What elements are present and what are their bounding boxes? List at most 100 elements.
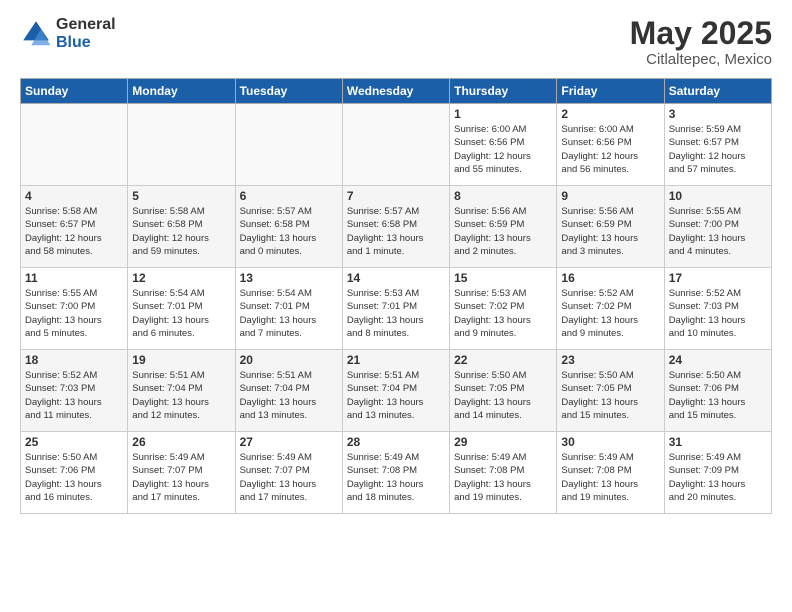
calendar-cell: 15 Sunrise: 5:53 AM Sunset: 7:02 PM Dayli… [450, 268, 557, 350]
day-number: 21 [347, 353, 445, 367]
day-info: Sunrise: 5:49 AM Sunset: 7:08 PM Dayligh… [454, 451, 552, 504]
day-info: Sunrise: 5:57 AM Sunset: 6:58 PM Dayligh… [347, 205, 445, 258]
calendar-cell [21, 104, 128, 186]
day-number: 28 [347, 435, 445, 449]
day-info: Sunrise: 5:52 AM Sunset: 7:02 PM Dayligh… [561, 287, 659, 340]
calendar-cell: 14 Sunrise: 5:53 AM Sunset: 7:01 PM Dayli… [342, 268, 449, 350]
calendar-week-row: 1 Sunrise: 6:00 AM Sunset: 6:56 PM Daylig… [21, 104, 772, 186]
calendar-header-row: SundayMondayTuesdayWednesdayThursdayFrid… [21, 79, 772, 104]
calendar-cell: 31 Sunrise: 5:49 AM Sunset: 7:09 PM Dayli… [664, 432, 771, 514]
location: Citlaltepec, Mexico [630, 51, 772, 68]
day-info: Sunrise: 5:49 AM Sunset: 7:07 PM Dayligh… [132, 451, 230, 504]
calendar-cell: 6Sunrise: 5:57 AM Sunset: 6:58 PM Daylig… [235, 186, 342, 268]
day-info: Sunrise: 6:00 AM Sunset: 6:56 PM Dayligh… [561, 123, 659, 176]
day-info: Sunrise: 5:53 AM Sunset: 7:02 PM Dayligh… [454, 287, 552, 340]
calendar-cell: 2 Sunrise: 6:00 AM Sunset: 6:56 PM Daylig… [557, 104, 664, 186]
day-number: 14 [347, 271, 445, 285]
calendar-cell: 19 Sunrise: 5:51 AM Sunset: 7:04 PM Dayli… [128, 350, 235, 432]
calendar-cell: 25 Sunrise: 5:50 AM Sunset: 7:06 PM Dayli… [21, 432, 128, 514]
day-info: Sunrise: 5:55 AM Sunset: 7:00 PM Dayligh… [25, 287, 123, 340]
calendar-day-header: Monday [128, 79, 235, 104]
calendar-cell: 28 Sunrise: 5:49 AM Sunset: 7:08 PM Dayli… [342, 432, 449, 514]
day-info: Sunrise: 5:53 AM Sunset: 7:01 PM Dayligh… [347, 287, 445, 340]
calendar-day-header: Thursday [450, 79, 557, 104]
day-info: Sunrise: 5:51 AM Sunset: 7:04 PM Dayligh… [347, 369, 445, 422]
calendar-cell: 30 Sunrise: 5:49 AM Sunset: 7:08 PM Dayli… [557, 432, 664, 514]
day-number: 17 [669, 271, 767, 285]
page: General Blue May 2025 Citlaltepec, Mexic… [0, 0, 792, 524]
calendar-cell: 27 Sunrise: 5:49 AM Sunset: 7:07 PM Dayli… [235, 432, 342, 514]
day-number: 19 [132, 353, 230, 367]
calendar-cell: 1 Sunrise: 6:00 AM Sunset: 6:56 PM Daylig… [450, 104, 557, 186]
day-number: 5 [132, 189, 230, 203]
day-info: Sunrise: 5:49 AM Sunset: 7:08 PM Dayligh… [347, 451, 445, 504]
calendar-cell [128, 104, 235, 186]
day-info: Sunrise: 5:56 AM Sunset: 6:59 PM Dayligh… [561, 205, 659, 258]
day-info: Sunrise: 5:49 AM Sunset: 7:07 PM Dayligh… [240, 451, 338, 504]
calendar-cell: 7 Sunrise: 5:57 AM Sunset: 6:58 PM Daylig… [342, 186, 449, 268]
day-info: Sunrise: 5:57 AM Sunset: 6:58 PM Dayligh… [240, 205, 338, 258]
day-info: Sunrise: 5:49 AM Sunset: 7:09 PM Dayligh… [669, 451, 767, 504]
day-number: 30 [561, 435, 659, 449]
calendar-cell: 3Sunrise: 5:59 AM Sunset: 6:57 PM Daylig… [664, 104, 771, 186]
logo: General Blue [20, 16, 116, 51]
day-number: 16 [561, 271, 659, 285]
day-number: 18 [25, 353, 123, 367]
calendar-cell: 12 Sunrise: 5:54 AM Sunset: 7:01 PM Dayli… [128, 268, 235, 350]
calendar-cell: 11Sunrise: 5:55 AM Sunset: 7:00 PM Dayli… [21, 268, 128, 350]
logo-blue-text: Blue [56, 34, 116, 52]
day-number: 2 [561, 107, 659, 121]
day-number: 7 [347, 189, 445, 203]
calendar-cell: 13Sunrise: 5:54 AM Sunset: 7:01 PM Dayli… [235, 268, 342, 350]
logo-icon [20, 18, 52, 50]
calendar-cell: 8Sunrise: 5:56 AM Sunset: 6:59 PM Daylig… [450, 186, 557, 268]
calendar-week-row: 4 Sunrise: 5:58 AM Sunset: 6:57 PM Daylig… [21, 186, 772, 268]
day-info: Sunrise: 5:56 AM Sunset: 6:59 PM Dayligh… [454, 205, 552, 258]
calendar-cell: 4 Sunrise: 5:58 AM Sunset: 6:57 PM Daylig… [21, 186, 128, 268]
day-number: 26 [132, 435, 230, 449]
day-info: Sunrise: 5:50 AM Sunset: 7:05 PM Dayligh… [561, 369, 659, 422]
calendar-cell: 20Sunrise: 5:51 AM Sunset: 7:04 PM Dayli… [235, 350, 342, 432]
calendar-cell: 5 Sunrise: 5:58 AM Sunset: 6:58 PM Daylig… [128, 186, 235, 268]
day-number: 15 [454, 271, 552, 285]
day-number: 27 [240, 435, 338, 449]
day-number: 31 [669, 435, 767, 449]
day-number: 12 [132, 271, 230, 285]
day-number: 13 [240, 271, 338, 285]
day-info: Sunrise: 5:51 AM Sunset: 7:04 PM Dayligh… [132, 369, 230, 422]
calendar-cell: 22 Sunrise: 5:50 AM Sunset: 7:05 PM Dayli… [450, 350, 557, 432]
header: General Blue May 2025 Citlaltepec, Mexic… [20, 16, 772, 68]
calendar-day-header: Wednesday [342, 79, 449, 104]
day-info: Sunrise: 5:55 AM Sunset: 7:00 PM Dayligh… [669, 205, 767, 258]
day-number: 25 [25, 435, 123, 449]
calendar-cell: 24 Sunrise: 5:50 AM Sunset: 7:06 PM Dayli… [664, 350, 771, 432]
day-info: Sunrise: 5:59 AM Sunset: 6:57 PM Dayligh… [669, 123, 767, 176]
day-info: Sunrise: 5:50 AM Sunset: 7:06 PM Dayligh… [669, 369, 767, 422]
day-info: Sunrise: 5:51 AM Sunset: 7:04 PM Dayligh… [240, 369, 338, 422]
day-info: Sunrise: 6:00 AM Sunset: 6:56 PM Dayligh… [454, 123, 552, 176]
calendar-week-row: 25 Sunrise: 5:50 AM Sunset: 7:06 PM Dayli… [21, 432, 772, 514]
calendar-day-header: Saturday [664, 79, 771, 104]
day-number: 10 [669, 189, 767, 203]
calendar-week-row: 11Sunrise: 5:55 AM Sunset: 7:00 PM Dayli… [21, 268, 772, 350]
day-number: 4 [25, 189, 123, 203]
day-info: Sunrise: 5:54 AM Sunset: 7:01 PM Dayligh… [132, 287, 230, 340]
calendar-cell: 26 Sunrise: 5:49 AM Sunset: 7:07 PM Dayli… [128, 432, 235, 514]
day-number: 22 [454, 353, 552, 367]
calendar: SundayMondayTuesdayWednesdayThursdayFrid… [20, 78, 772, 514]
day-info: Sunrise: 5:50 AM Sunset: 7:06 PM Dayligh… [25, 451, 123, 504]
day-number: 1 [454, 107, 552, 121]
calendar-cell: 10 Sunrise: 5:55 AM Sunset: 7:00 PM Dayli… [664, 186, 771, 268]
day-info: Sunrise: 5:58 AM Sunset: 6:57 PM Dayligh… [25, 205, 123, 258]
day-info: Sunrise: 5:52 AM Sunset: 7:03 PM Dayligh… [25, 369, 123, 422]
day-info: Sunrise: 5:49 AM Sunset: 7:08 PM Dayligh… [561, 451, 659, 504]
day-info: Sunrise: 5:58 AM Sunset: 6:58 PM Dayligh… [132, 205, 230, 258]
day-info: Sunrise: 5:50 AM Sunset: 7:05 PM Dayligh… [454, 369, 552, 422]
calendar-day-header: Friday [557, 79, 664, 104]
calendar-cell: 18 Sunrise: 5:52 AM Sunset: 7:03 PM Dayli… [21, 350, 128, 432]
day-number: 24 [669, 353, 767, 367]
calendar-day-header: Tuesday [235, 79, 342, 104]
calendar-cell: 29Sunrise: 5:49 AM Sunset: 7:08 PM Dayli… [450, 432, 557, 514]
calendar-cell: 17Sunrise: 5:52 AM Sunset: 7:03 PM Dayli… [664, 268, 771, 350]
logo-text: General Blue [56, 16, 116, 51]
